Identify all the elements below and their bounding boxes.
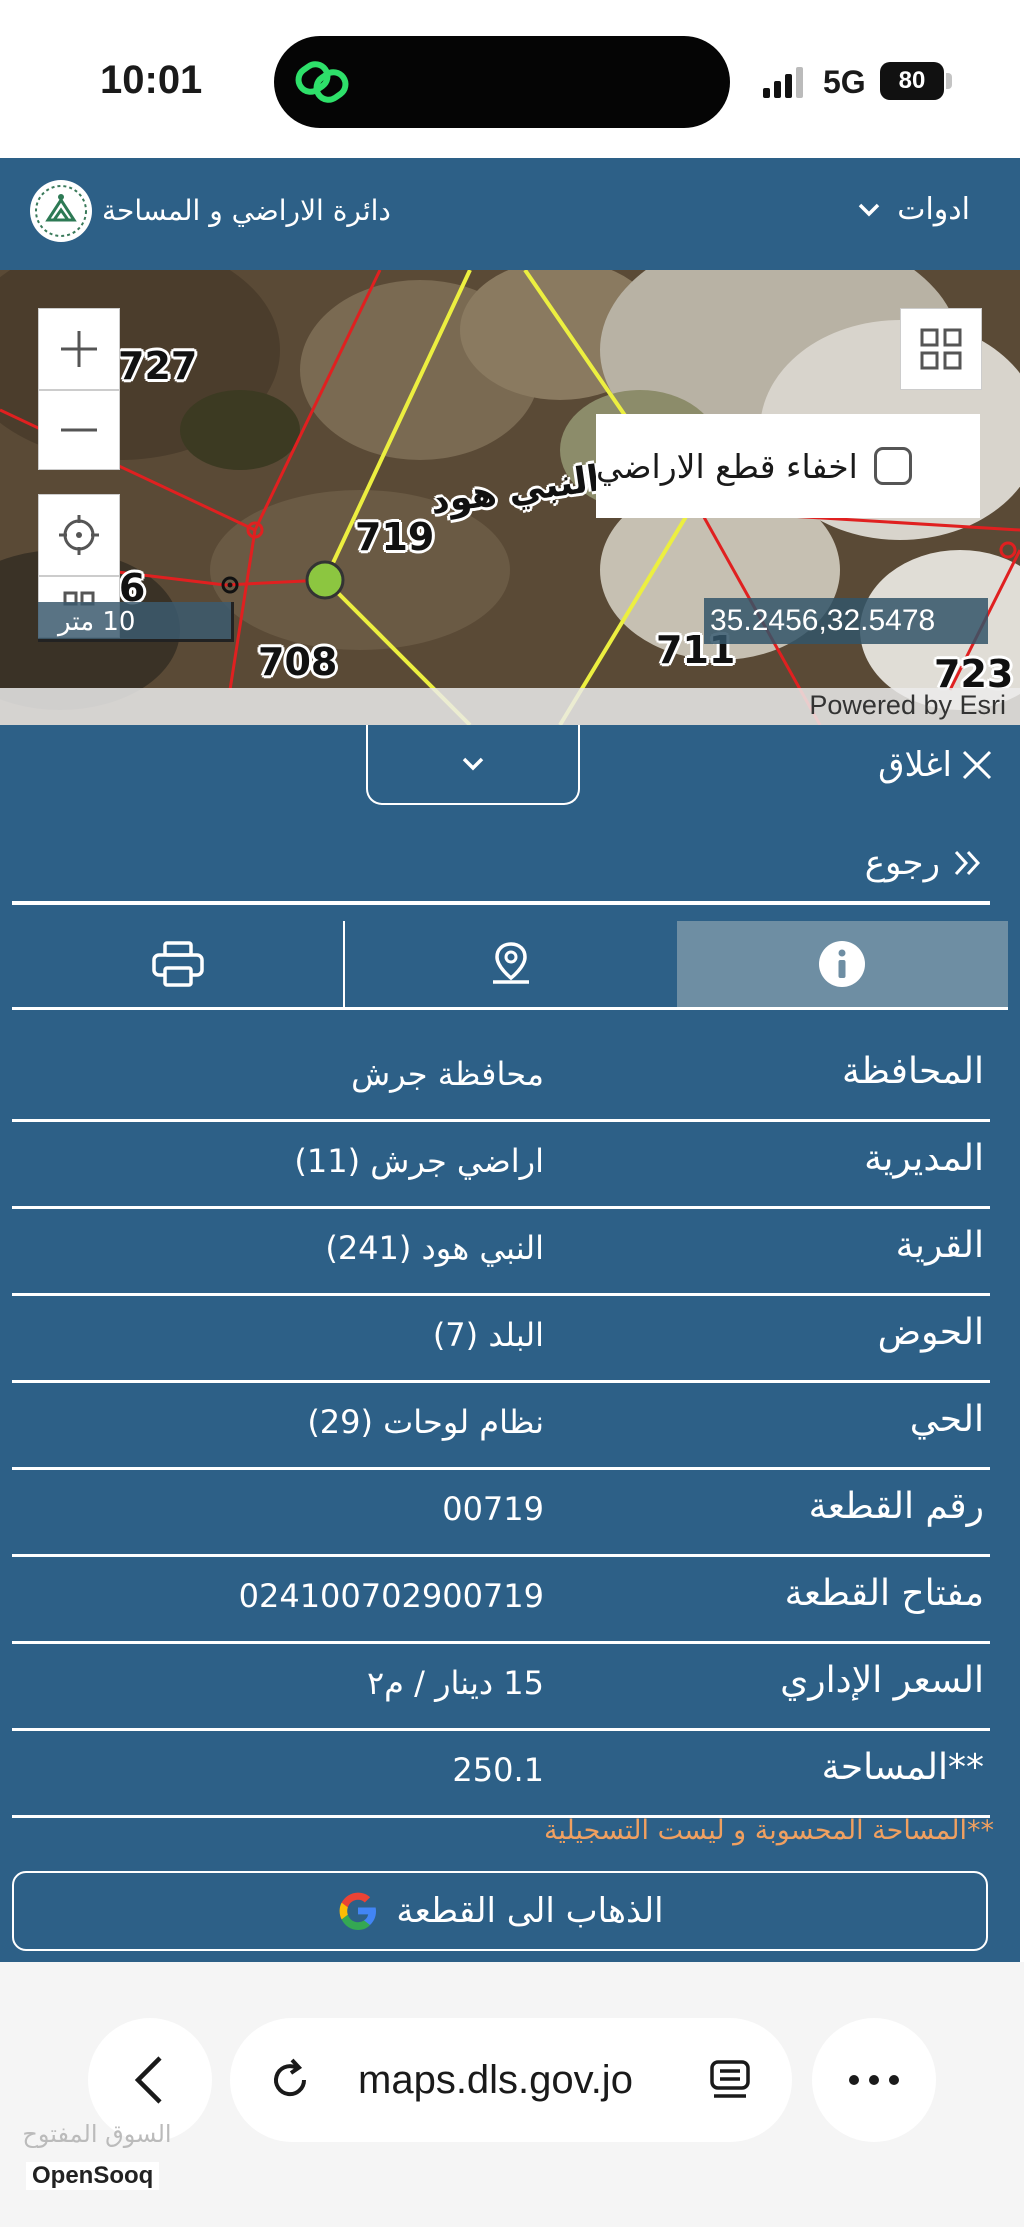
esri-attribution: Powered by Esri xyxy=(809,690,1006,720)
attr-label: المديرية xyxy=(864,1138,984,1179)
attr-label: الحوض xyxy=(877,1312,984,1353)
info-icon xyxy=(819,941,866,987)
area-note: **المساحة المحسوبة و ليست التسجيلية xyxy=(543,1815,994,1846)
attribution-bar: Powered by Esri xyxy=(0,688,1020,725)
attr-value: 250.1 xyxy=(452,1751,544,1789)
back-label: رجوع xyxy=(864,843,940,883)
table-row: القرية النبي هود (241) xyxy=(12,1209,990,1296)
table-row: الحي نظام لوحات (29) xyxy=(12,1383,990,1470)
attr-value: 00719 xyxy=(442,1490,544,1528)
attr-value: 024100702900719 xyxy=(238,1577,544,1615)
crosshair-icon xyxy=(59,515,99,555)
attr-label: مفتاح القطعة xyxy=(784,1573,984,1614)
attr-label: السعر الإداري xyxy=(780,1660,984,1701)
parcel-info-panel: اغلاق رجوع المحافظة محافظة جرش المديرية … xyxy=(0,725,1020,1962)
status-time: 10:01 xyxy=(100,58,203,102)
map-view[interactable]: 727 719 716 708 711 723 النبي هود اخفاء … xyxy=(0,270,1020,725)
table-row: مفتاح القطعة 024100702900719 xyxy=(12,1557,990,1644)
tools-label: ادوات xyxy=(897,192,970,227)
table-row: السعر الإداري 15 دينار / م٢ xyxy=(12,1644,990,1731)
watermark-english: OpenSooq xyxy=(26,2162,160,2190)
close-label: اغلاق xyxy=(878,745,952,785)
signal-icon xyxy=(763,67,803,98)
url-text: maps.dls.gov.jo xyxy=(358,2058,633,2102)
opensooq-watermark: السوق المفتوح OpenSooq xyxy=(22,2120,172,2200)
minus-icon xyxy=(61,428,97,432)
chevron-down-icon xyxy=(462,757,484,771)
table-row: المحافظة محافظة جرش xyxy=(12,1035,990,1122)
attr-value: نظام لوحات (29) xyxy=(307,1403,544,1441)
chevron-left-icon xyxy=(134,2056,162,2104)
goto-parcel-button[interactable]: الذهاب الى القطعة xyxy=(12,1871,988,1951)
reader-mode-icon[interactable] xyxy=(708,2058,752,2102)
locate-me-button[interactable] xyxy=(38,494,120,576)
more-options-button[interactable] xyxy=(812,2018,936,2142)
reload-icon[interactable] xyxy=(266,2056,314,2104)
table-row: الحوض البلد (7) xyxy=(12,1296,990,1383)
double-chevron-right-icon xyxy=(954,850,981,876)
battery-icon: 80 xyxy=(880,62,944,100)
attr-value: 15 دينار / م٢ xyxy=(366,1664,544,1702)
dynamic-island xyxy=(274,36,730,128)
attr-value: البلد (7) xyxy=(432,1316,544,1354)
tab-location[interactable] xyxy=(345,921,676,1007)
goto-label: الذهاب الى القطعة xyxy=(396,1891,664,1931)
qr-code-button[interactable] xyxy=(900,308,982,390)
divider xyxy=(12,901,990,905)
table-row: رقم القطعة 00719 xyxy=(12,1470,990,1557)
collapse-panel-button[interactable] xyxy=(366,725,580,805)
attribute-table: المحافظة محافظة جرش المديرية اراضي جرش (… xyxy=(12,1035,990,1818)
header-title: دائرة الاراضي و المساحة xyxy=(102,194,391,227)
tools-menu[interactable]: ادوات xyxy=(855,192,970,227)
dls-logo xyxy=(30,180,92,242)
hide-parcels-label: اخفاء قطع الاراضي xyxy=(596,446,858,486)
link-icon xyxy=(295,61,349,103)
map-pin-icon xyxy=(492,942,529,984)
tab-print[interactable] xyxy=(12,921,346,1007)
attr-value: محافظة جرش xyxy=(351,1055,544,1093)
attr-value: النبي هود (241) xyxy=(325,1229,544,1267)
attr-label: رقم القطعة xyxy=(808,1486,984,1527)
attr-value: اراضي جرش (11) xyxy=(294,1142,544,1180)
tab-info[interactable] xyxy=(676,921,1008,1007)
app-header: دائرة الاراضي و المساحة ادوات xyxy=(0,158,1020,270)
attr-label: الحي xyxy=(909,1399,984,1440)
zoom-out-button[interactable] xyxy=(38,390,120,470)
hide-parcels-checkbox[interactable] xyxy=(873,447,912,485)
address-bar[interactable]: maps.dls.gov.jo xyxy=(230,2018,792,2142)
attr-label: **المساحة xyxy=(821,1747,984,1788)
panel-tabs xyxy=(12,921,1008,1010)
watermark-arabic: السوق المفتوح xyxy=(22,2120,172,2148)
attr-label: القرية xyxy=(895,1225,984,1266)
table-row: **المساحة 250.1 xyxy=(12,1731,990,1818)
zoom-in-button[interactable] xyxy=(38,308,120,390)
google-icon xyxy=(339,1892,377,1930)
qr-code-icon xyxy=(920,328,962,370)
status-bar: 10:01 5G 80 xyxy=(0,0,1024,160)
parcel-label: 708 xyxy=(258,640,338,684)
chevron-down-icon xyxy=(858,203,880,216)
scale-bar: 10 متر xyxy=(38,602,234,642)
attr-label: المحافظة xyxy=(841,1051,984,1092)
more-icon xyxy=(849,2075,899,2085)
close-button[interactable]: اغلاق xyxy=(878,745,994,785)
network-type: 5G xyxy=(823,64,866,100)
hide-parcels-toggle[interactable]: اخفاء قطع الاراضي xyxy=(596,414,980,518)
battery-tip xyxy=(946,73,952,89)
printer-icon xyxy=(151,941,204,987)
plus-icon xyxy=(61,331,97,367)
back-button[interactable]: رجوع xyxy=(865,843,984,883)
close-icon xyxy=(962,750,992,780)
parcel-label: 727 xyxy=(118,344,198,388)
coordinates-readout: 35.2456,32.5478 xyxy=(704,598,988,644)
table-row: المديرية اراضي جرش (11) xyxy=(12,1122,990,1209)
parcel-label: 719 xyxy=(355,515,435,559)
